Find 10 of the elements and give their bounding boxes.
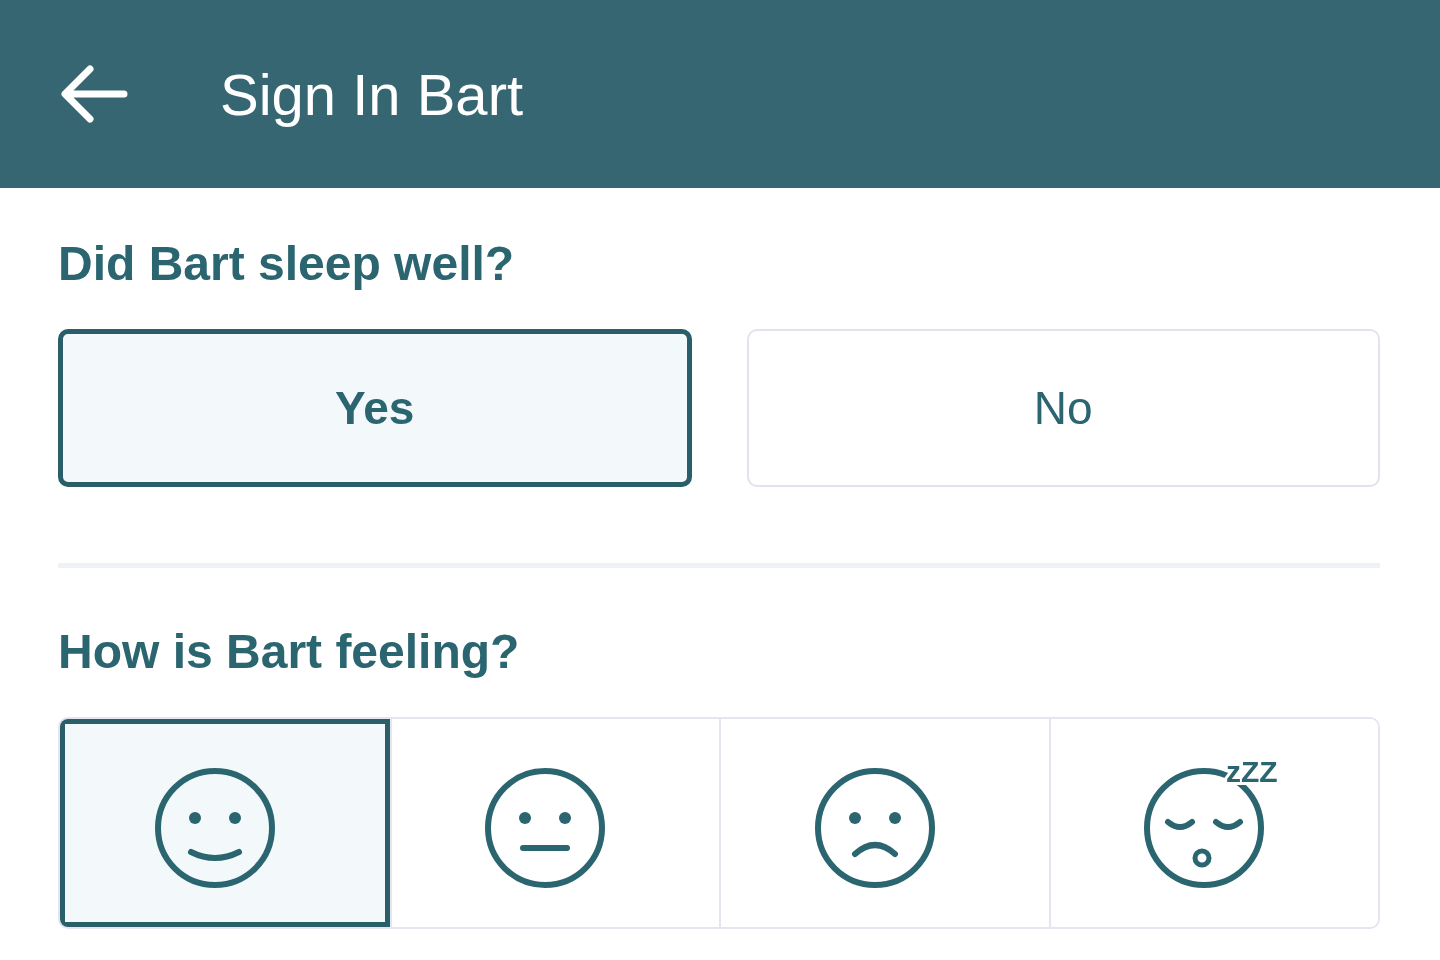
answer-option[interactable]: No [746, 329, 1380, 487]
happy-face-icon [154, 768, 275, 888]
question-text: Did Bart sleep well? [58, 236, 516, 291]
page-title: Sign In Bart [220, 60, 524, 128]
question-text: How is Bart feeling? [58, 624, 521, 679]
neutral-face-icon [485, 768, 606, 888]
answer-option[interactable]: Yes [58, 329, 692, 487]
back-arrow-icon[interactable] [60, 65, 128, 123]
sad-face-icon [814, 768, 935, 888]
mood-option[interactable] [60, 719, 390, 927]
